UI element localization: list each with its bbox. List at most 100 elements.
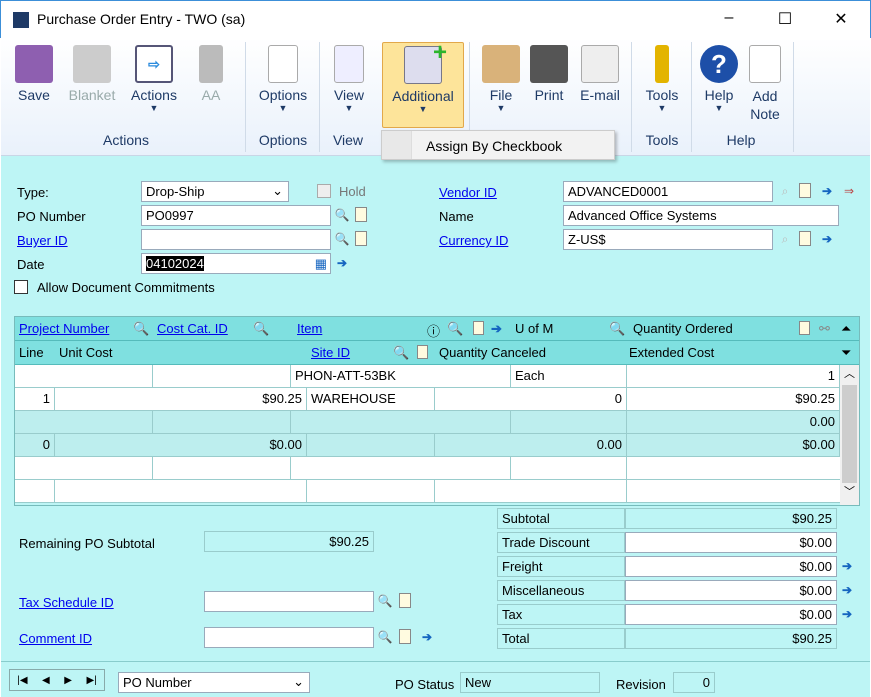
lookup-icon[interactable]: 🔍 <box>447 321 463 337</box>
freight-field[interactable]: $0.00 <box>625 556 837 577</box>
site-id-link[interactable]: Site ID <box>311 345 350 360</box>
options-button[interactable]: Options ▼ <box>253 42 313 113</box>
quantity-ordered-cell[interactable]: 0.00 <box>627 411 840 434</box>
quantity-ordered-cell[interactable]: 1 <box>627 365 840 388</box>
site-id-cell[interactable]: WAREHOUSE <box>307 388 435 411</box>
comment-id-field[interactable] <box>204 627 374 648</box>
lookup-icon[interactable]: 🔍 <box>393 345 409 361</box>
new-note-icon[interactable] <box>417 345 428 359</box>
tools-button[interactable]: Tools ▼ <box>639 42 685 113</box>
vendor-id-link[interactable]: Vendor ID <box>439 185 497 200</box>
view-button[interactable]: View ▼ <box>325 42 373 113</box>
print-button[interactable]: Print <box>527 42 571 103</box>
allow-commitments-checkbox[interactable] <box>14 280 28 294</box>
buyer-id-field[interactable] <box>141 229 331 250</box>
line-cell[interactable]: 1 <box>15 388 55 411</box>
unit-cost-cell[interactable]: $90.25 <box>55 388 307 411</box>
table-row[interactable] <box>15 480 840 503</box>
vendor-id-field[interactable]: ADVANCED0001 <box>563 181 773 202</box>
email-button[interactable]: E-mail <box>575 42 625 103</box>
maximize-button[interactable]: ☐ <box>765 9 805 29</box>
expand-arrow-icon[interactable]: ➔ <box>839 582 855 599</box>
currency-id-field[interactable]: Z-US$ <box>563 229 773 250</box>
first-record-button[interactable]: |◀ <box>17 675 27 686</box>
grid-cell[interactable] <box>291 411 511 434</box>
quantity-canceled-cell[interactable]: 0 <box>435 388 627 411</box>
new-note-icon[interactable] <box>355 207 367 222</box>
scroll-down-icon[interactable]: ﹀ <box>840 483 859 503</box>
type-select[interactable]: Drop-Ship ⌄ <box>141 181 289 202</box>
unit-cost-cell[interactable]: $0.00 <box>55 434 307 457</box>
lookup-icon[interactable]: 🔍 <box>377 629 393 646</box>
table-row[interactable] <box>15 457 840 480</box>
table-row[interactable]: 0 $0.00 0.00 $0.00 <box>15 434 840 457</box>
additional-button[interactable]: + Additional ▼ <box>382 39 464 128</box>
tax-field[interactable]: $0.00 <box>625 604 837 625</box>
po-number-field[interactable]: PO0997 <box>141 205 331 226</box>
actions-button[interactable]: ⇨ Actions ▼ <box>125 42 183 113</box>
tax-schedule-id-field[interactable] <box>204 591 374 612</box>
comment-id-link[interactable]: Comment ID <box>19 631 92 646</box>
minimize-button[interactable]: – <box>709 9 749 27</box>
new-note-icon[interactable] <box>355 231 367 246</box>
vendor-transfer-icon[interactable]: ⇒ <box>841 183 857 200</box>
info-icon[interactable]: ⓘ <box>427 321 440 340</box>
new-note-icon[interactable] <box>399 629 411 644</box>
expand-arrow-icon[interactable]: ➔ <box>819 231 835 248</box>
line-cell[interactable]: 0 <box>15 434 55 457</box>
hold-checkbox[interactable] <box>317 184 331 198</box>
new-note-icon[interactable] <box>799 321 810 335</box>
buyer-id-link[interactable]: Buyer ID <box>17 233 68 248</box>
table-row[interactable]: 0.00 <box>15 411 840 434</box>
close-button[interactable]: ✕ <box>821 9 861 29</box>
expand-arrow-icon[interactable]: ➔ <box>839 606 855 623</box>
date-field[interactable]: 04102024 ▦ <box>141 253 331 274</box>
next-record-button[interactable]: ▶ <box>64 675 72 686</box>
lookup-icon[interactable]: 🔍 <box>334 207 350 224</box>
lookup-icon[interactable]: 🔍 <box>334 231 350 248</box>
item-link[interactable]: Item <box>297 321 322 336</box>
last-record-button[interactable]: ▶| <box>86 675 96 686</box>
extended-cost-cell[interactable]: $0.00 <box>627 434 840 457</box>
lookup-icon[interactable]: 🔍 <box>253 321 269 337</box>
grid-cell[interactable] <box>15 365 153 388</box>
save-button[interactable]: Save <box>9 42 59 103</box>
scroll-thumb[interactable] <box>842 385 857 483</box>
lookup-icon[interactable]: 🔍 <box>133 321 149 337</box>
cost-cat-id-link[interactable]: Cost Cat. ID <box>157 321 228 336</box>
calendar-icon[interactable]: ▦ <box>315 256 327 272</box>
add-note-button[interactable]: Add Note <box>743 42 787 123</box>
trade-discount-field[interactable]: $0.00 <box>625 532 837 553</box>
grid-cell[interactable] <box>511 411 627 434</box>
aa-button[interactable]: AA <box>191 42 231 103</box>
site-id-cell[interactable] <box>307 434 435 457</box>
file-button[interactable]: File ▼ <box>479 42 523 113</box>
grid-cell[interactable] <box>153 411 291 434</box>
scroll-up-icon[interactable]: ︿ <box>840 365 859 385</box>
table-row[interactable]: 1 $90.25 WAREHOUSE 0 $90.25 <box>15 388 840 411</box>
menu-item-assign-by-checkbook[interactable]: Assign By Checkbook <box>426 138 562 154</box>
quantity-canceled-cell[interactable]: 0.00 <box>435 434 627 457</box>
project-number-link[interactable]: Project Number <box>19 321 109 336</box>
new-note-icon[interactable] <box>399 593 411 608</box>
previous-record-button[interactable]: ◀ <box>42 675 50 686</box>
link-icon[interactable]: ⚯ <box>819 321 830 337</box>
grid-cell[interactable] <box>15 411 153 434</box>
u-of-m-cell[interactable]: Each <box>511 365 627 388</box>
expand-arrow-icon[interactable]: ➔ <box>334 255 350 272</box>
item-number-cell[interactable]: PHON-ATT-53BK <box>291 365 511 388</box>
new-note-icon[interactable] <box>799 231 811 246</box>
expand-arrow-icon[interactable]: ➔ <box>819 183 835 200</box>
miscellaneous-field[interactable]: $0.00 <box>625 580 837 601</box>
lookup-icon[interactable]: 🔍 <box>377 593 393 610</box>
new-note-icon[interactable] <box>473 321 484 335</box>
expand-arrow-icon[interactable]: ➔ <box>839 558 855 575</box>
expand-arrow-icon[interactable]: ➔ <box>491 321 502 337</box>
help-button[interactable]: ? Help ▼ <box>697 42 741 113</box>
blanket-button[interactable]: Blanket <box>63 42 121 103</box>
browse-by-select[interactable]: PO Number ⌄ <box>118 672 310 693</box>
grid-cell[interactable] <box>153 365 291 388</box>
collapse-rows-icon[interactable]: ⏶ <box>841 321 851 337</box>
new-note-icon[interactable] <box>799 183 811 198</box>
tax-schedule-id-link[interactable]: Tax Schedule ID <box>19 595 114 610</box>
